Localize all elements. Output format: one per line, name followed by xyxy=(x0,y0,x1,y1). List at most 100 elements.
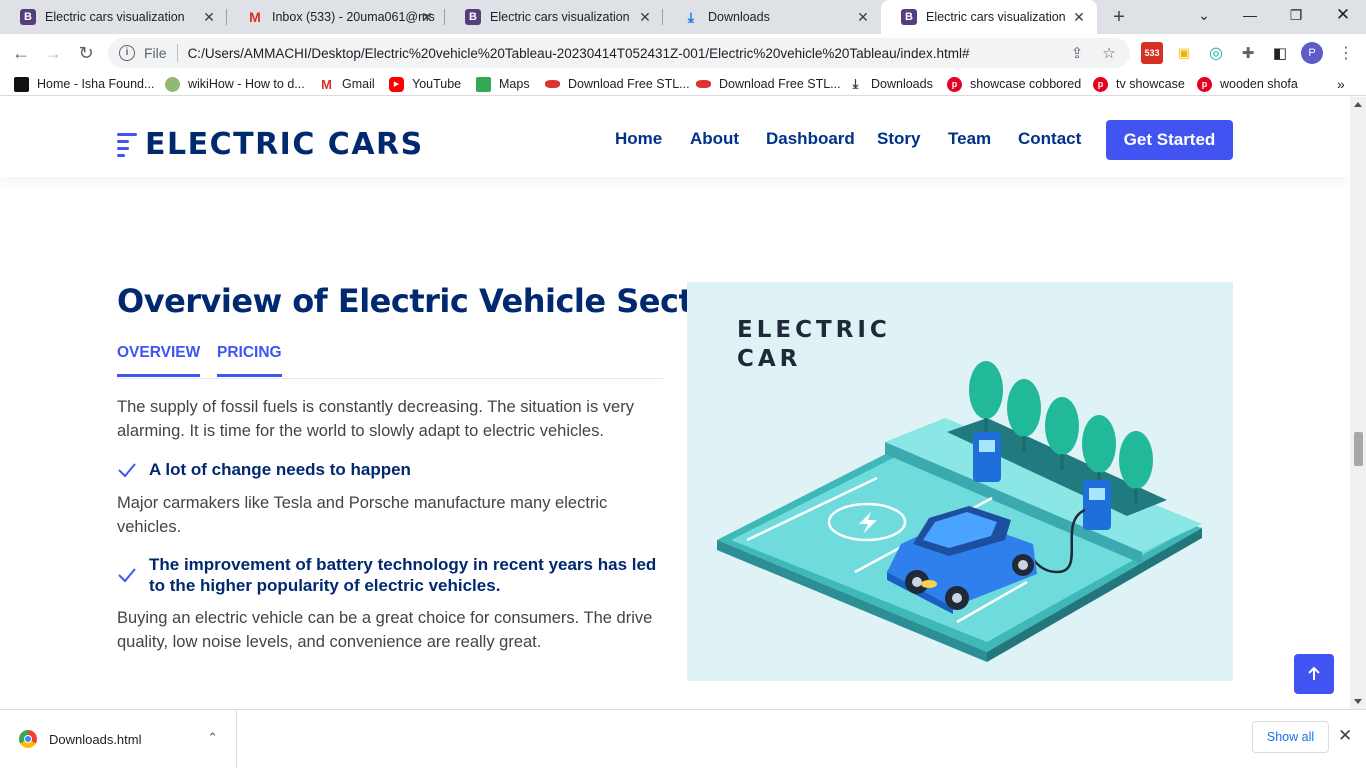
tab-overview[interactable]: OVERVIEW xyxy=(117,344,201,377)
close-icon[interactable]: ✕ xyxy=(1338,726,1352,746)
close-icon[interactable]: ✕ xyxy=(855,9,871,25)
back-to-top-button[interactable] xyxy=(1294,654,1334,694)
nav-about[interactable]: About xyxy=(690,129,739,149)
close-icon[interactable]: ✕ xyxy=(637,9,653,25)
nav-dashboard[interactable]: Dashboard xyxy=(766,129,855,149)
show-all-button[interactable]: Show all xyxy=(1252,721,1329,753)
back-button[interactable]: ← xyxy=(9,41,33,65)
bookmark-item[interactable]: p showcase cobbored xyxy=(947,76,1081,92)
share-icon[interactable]: ⇪ xyxy=(1066,44,1088,62)
browser-tab-strip: B Electric cars visualization ✕ M Inbox … xyxy=(0,0,1366,34)
section-title: Overview of Electric Vehicle Sector xyxy=(117,282,731,320)
page-viewport: ELECTRIC CARS Home About Dashboard Story… xyxy=(0,97,1350,709)
download-item[interactable]: Downloads.html ⌃ xyxy=(0,710,237,768)
profile-avatar[interactable]: P xyxy=(1301,42,1323,64)
new-tab-button[interactable]: + xyxy=(1108,6,1130,28)
download-filename: Downloads.html xyxy=(49,731,142,747)
address-bar[interactable]: i File C:/Users/AMMACHI/Desktop/Electric… xyxy=(108,38,1130,68)
arrow-up-icon xyxy=(1308,666,1320,680)
site-logo[interactable]: ELECTRIC CARS xyxy=(117,127,424,162)
browser-tab-active[interactable]: B Electric cars visualization ✕ xyxy=(881,0,1097,34)
close-icon[interactable]: ✕ xyxy=(419,9,435,25)
logo-text: ELECTRIC CARS xyxy=(145,127,424,162)
scrollbar-thumb[interactable] xyxy=(1354,432,1363,466)
youtube-icon: ▶ xyxy=(389,76,404,92)
electric-car-illustration: ELECTRIC CAR xyxy=(687,282,1233,681)
stl-icon xyxy=(545,80,560,88)
page-scrollbar[interactable] xyxy=(1350,97,1366,709)
forward-button[interactable]: → xyxy=(41,41,65,65)
browser-tab[interactable]: B Electric cars visualization ✕ xyxy=(445,0,663,34)
check-icon xyxy=(118,462,136,477)
url-text[interactable]: C:/Users/AMMACHI/Desktop/Electric%20vehi… xyxy=(188,46,1066,61)
nav-team[interactable]: Team xyxy=(948,129,991,149)
nav-contact[interactable]: Contact xyxy=(1018,129,1081,149)
bookmark-item[interactable]: wikiHow - How to d... xyxy=(165,76,305,92)
gmail-icon: M xyxy=(249,9,261,25)
pinterest-icon: p xyxy=(1093,76,1108,92)
scroll-down-icon[interactable] xyxy=(1354,699,1362,704)
maps-icon xyxy=(476,76,491,92)
scroll-up-icon[interactable] xyxy=(1354,102,1362,107)
point-body: Major carmakers like Tesla and Porsche m… xyxy=(117,494,608,536)
illustration-title: ELECTRIC CAR xyxy=(737,317,891,372)
browser-tab[interactable]: B Electric cars visualization ✕ xyxy=(0,0,227,34)
wikihow-icon xyxy=(165,76,180,92)
more-menu-icon[interactable]: ⋮ xyxy=(1335,42,1357,64)
bookmark-item[interactable]: Maps xyxy=(476,76,530,92)
point-heading: A lot of change needs to happen xyxy=(117,459,411,480)
nav-home[interactable]: Home xyxy=(615,129,662,149)
gmail-icon: M xyxy=(321,76,332,92)
minimize-button[interactable]: — xyxy=(1227,0,1273,30)
bookmark-item[interactable]: p tv showcase xyxy=(1093,76,1185,92)
gmail-extension-icon[interactable]: 533 xyxy=(1141,42,1163,64)
close-icon[interactable]: ✕ xyxy=(1071,9,1087,25)
extension-badge: 533 xyxy=(1144,48,1160,58)
tab-pricing[interactable]: PRICING xyxy=(217,344,282,377)
intro-paragraph: The supply of fossil fuels is constantly… xyxy=(117,398,634,440)
bookmark-item[interactable]: ⤓ Downloads xyxy=(848,76,933,92)
download-icon: ⤓ xyxy=(687,8,695,25)
browser-tab[interactable]: ⤓ Downloads ✕ xyxy=(663,0,881,34)
bookmark-item[interactable]: M Gmail xyxy=(319,76,375,92)
puzzle-icon[interactable]: ✚ xyxy=(1237,42,1259,64)
point-heading: The improvement of battery technology in… xyxy=(117,554,663,596)
site-header: ELECTRIC CARS Home About Dashboard Story… xyxy=(0,97,1350,177)
bootstrap-icon: B xyxy=(901,9,917,25)
extension-icon[interactable]: ▣ xyxy=(1173,42,1195,64)
nav-story[interactable]: Story xyxy=(877,129,920,149)
point-body: Buying an electric vehicle can be a grea… xyxy=(117,609,653,651)
restore-button[interactable]: ❐ xyxy=(1273,0,1319,30)
bookmark-item[interactable]: Download Free STL... xyxy=(545,76,690,92)
bootstrap-icon: B xyxy=(465,9,481,25)
pinterest-icon: p xyxy=(1197,76,1212,92)
site-info-icon[interactable]: i xyxy=(119,45,135,61)
bookmark-item[interactable]: ▶ YouTube xyxy=(389,76,461,92)
window-close-button[interactable]: ✕ xyxy=(1320,0,1366,30)
bookmark-item[interactable]: p wooden shofa xyxy=(1197,76,1298,92)
check-icon xyxy=(118,568,136,583)
chrome-file-icon xyxy=(19,730,37,748)
bookmark-star-icon[interactable]: ☆ xyxy=(1098,44,1120,62)
bookmarks-bar: Home - Isha Found... wikiHow - How to d.… xyxy=(0,72,1366,96)
browser-tab[interactable]: M Inbox (533) - 20uma061@ms ✕ xyxy=(227,0,445,34)
url-scheme: File xyxy=(144,45,167,61)
more-bookmarks-icon[interactable]: » xyxy=(1337,76,1345,92)
chevron-up-icon[interactable]: ⌃ xyxy=(207,730,218,746)
side-panel-icon[interactable]: ◧ xyxy=(1269,42,1291,64)
download-shelf: Downloads.html ⌃ Show all ✕ xyxy=(0,709,1366,768)
tab-title: Electric cars visualization xyxy=(45,10,185,24)
extension-icon[interactable]: ◎ xyxy=(1205,42,1227,64)
logo-icon xyxy=(117,132,139,158)
isha-icon xyxy=(14,76,29,92)
content-tabs: OVERVIEW PRICING xyxy=(117,344,663,379)
tab-search-icon[interactable]: ⌄ xyxy=(1181,0,1227,30)
bookmark-item[interactable]: Home - Isha Found... xyxy=(14,76,154,92)
pinterest-icon: p xyxy=(947,76,962,92)
bootstrap-icon: B xyxy=(20,9,36,25)
close-icon[interactable]: ✕ xyxy=(201,9,217,25)
reload-button[interactable]: ↻ xyxy=(74,41,98,65)
bookmark-item[interactable]: Download Free STL... xyxy=(696,76,841,92)
stl-icon xyxy=(696,80,711,88)
get-started-button[interactable]: Get Started xyxy=(1106,120,1233,160)
